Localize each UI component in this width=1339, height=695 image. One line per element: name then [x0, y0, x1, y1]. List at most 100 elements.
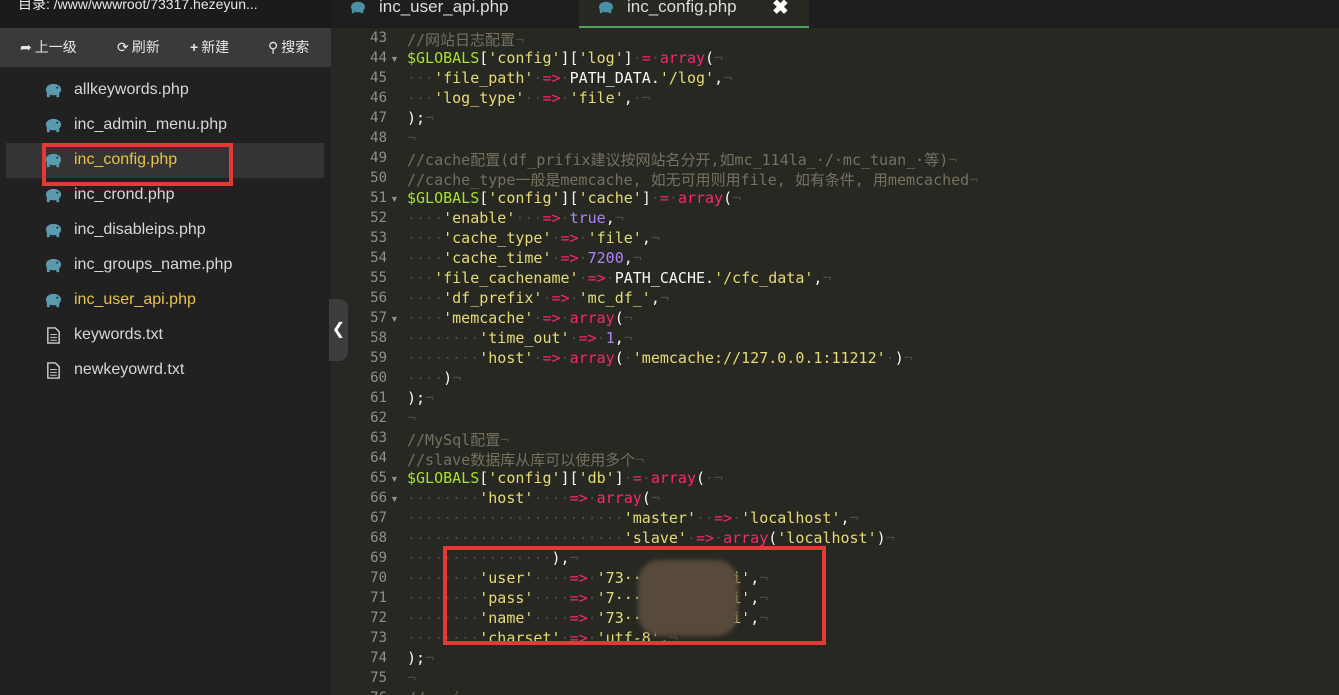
file-item[interactable]: inc_user_api.php [6, 283, 324, 318]
code-token: · [623, 349, 633, 367]
code-token: 'mc_df_' [578, 289, 651, 307]
code-line: ···'log_type'··=>·'file',·¬ [407, 89, 651, 107]
code-line: ····'cache_type'·=>·'file',¬ [407, 229, 660, 247]
code-token: ························ [407, 529, 624, 547]
code-token: 'memcache' [443, 309, 534, 327]
fold-arrow-icon[interactable]: ▼ [390, 474, 399, 484]
code-token: ¬ [948, 151, 958, 169]
code-token: => [569, 629, 588, 647]
code-token: ] [623, 49, 633, 67]
code-token: array [569, 309, 615, 327]
fold-arrow-icon[interactable]: ▼ [390, 194, 399, 204]
line-number: 52 [370, 210, 387, 226]
fold-arrow-icon[interactable]: ▼ [390, 314, 399, 324]
code-token: ········ [407, 609, 480, 627]
code-line: ········'host'····=>·array(¬ [407, 489, 660, 507]
code-token: · [578, 249, 588, 267]
file-item[interactable]: inc_groups_name.php [6, 248, 324, 283]
collapse-sidebar-button[interactable]: ❮ [329, 299, 348, 361]
code-line: ···'file_path'·=>·PATH_DATA.'/log',¬ [407, 69, 732, 87]
code-token: · [560, 89, 570, 107]
code-token: · [650, 189, 660, 207]
code-line: ¬ [407, 129, 416, 147]
code-token: · [560, 349, 570, 367]
file-name: inc_user_api.php [74, 291, 196, 308]
code-token: ¬ [407, 129, 417, 147]
php-elephant-icon [45, 153, 62, 168]
line-number: 45 [370, 70, 387, 86]
code-token: //cache_type一般是memcache, 如无可用则用file, 如有条… [407, 171, 970, 189]
code-token: · [560, 629, 570, 647]
up-level-button[interactable]: ➦ 上一级 [20, 28, 77, 67]
redacted-blur [638, 560, 738, 636]
code-token: ¬ [614, 209, 624, 227]
code-token: 'file_cachename' [434, 269, 579, 287]
php-elephant-icon [45, 293, 62, 308]
code-token: 1 [605, 329, 615, 347]
line-number: 55 [370, 270, 387, 286]
file-item[interactable]: keywords.txt [6, 318, 324, 353]
code-token: ¬ [623, 309, 633, 327]
line-number: 75 [370, 670, 387, 686]
code-token: 'file_path' [434, 69, 534, 87]
file-item[interactable]: inc_config.php [6, 143, 324, 178]
code-token: ········ [407, 569, 480, 587]
code-token: ···· [407, 369, 444, 387]
code-token: ·· [696, 509, 715, 527]
code-token: => [542, 349, 561, 367]
code-token: 'db' [578, 469, 615, 487]
code-token: ) [443, 369, 453, 387]
line-number: 49 [370, 150, 387, 166]
code-token: ][ [560, 49, 579, 67]
code-token: ( [614, 309, 624, 327]
code-token: , [840, 509, 850, 527]
refresh-icon: ⟳ [117, 39, 129, 55]
tab-inc-config[interactable]: inc_config.php ✖ [579, 0, 809, 28]
line-number: 70 [370, 570, 387, 586]
line-number: 46 [370, 90, 387, 106]
code-token: [ [479, 49, 489, 67]
file-item[interactable]: newkeyowrd.txt [6, 353, 324, 388]
code-token: ········ [407, 349, 480, 367]
php-elephant-icon [351, 1, 365, 14]
code-token: '/log' [659, 69, 715, 87]
code-token: ·¬ [632, 89, 651, 107]
code-token: 'time_out' [479, 329, 570, 347]
code-token: ¬ [969, 171, 979, 189]
code-token: ¬ [632, 249, 642, 267]
tab-label: inc_user_api.php [379, 0, 509, 16]
code-line: ········'time_out'·=>·1,¬ [407, 329, 633, 347]
new-file-button[interactable]: + 新建 [190, 28, 229, 67]
code-line: ···'file_cachename'·=>·PATH_CACHE.'/cfc_… [407, 269, 831, 287]
line-number: 44 [370, 50, 387, 66]
code-line: ····'df_prefix'·=>·'mc_df_',¬ [407, 289, 669, 307]
code-token: · [605, 269, 615, 287]
tab-inc-user-api[interactable]: inc_user_api.php [331, 0, 578, 28]
file-item[interactable]: allkeywords.php [6, 73, 324, 108]
search-label: 搜索 [281, 39, 310, 55]
code-token: => [569, 569, 588, 587]
file-item[interactable]: inc_crond.php [6, 178, 324, 213]
fold-arrow-icon[interactable]: ▼ [390, 54, 399, 64]
search-button[interactable]: ⚲ 搜索 [268, 28, 309, 67]
file-item[interactable]: inc_disableips.php [6, 213, 324, 248]
code-token: => [578, 329, 597, 347]
refresh-button[interactable]: ⟳ 刷新 [117, 28, 160, 67]
code-token: ¬ [822, 269, 832, 287]
code-token: ························ [407, 509, 624, 527]
code-token: ¬ [903, 349, 913, 367]
code-token: · [551, 249, 561, 267]
code-token: array [596, 489, 642, 507]
line-number: 71 [370, 590, 387, 606]
sidebar-toolbar: ➦ 上一级 ⟳ 刷新 + 新建 ⚲ 搜索 [0, 28, 331, 67]
code-token: 'cache_time' [443, 249, 552, 267]
arrow-up-right-icon: ➦ [20, 39, 32, 55]
code-token: => [551, 289, 570, 307]
code-editor[interactable]: 43//网站日志配置¬ 44 ▼ $GLOBALS['config']['log']·… [331, 28, 1339, 695]
fold-arrow-icon[interactable]: ▼ [390, 494, 399, 504]
file-name: inc_admin_menu.php [74, 116, 227, 133]
file-item[interactable]: inc_admin_menu.php [6, 108, 324, 143]
code-token: · [542, 289, 552, 307]
line-number: 61 [370, 390, 387, 406]
close-icon[interactable]: ✖ [772, 0, 789, 20]
